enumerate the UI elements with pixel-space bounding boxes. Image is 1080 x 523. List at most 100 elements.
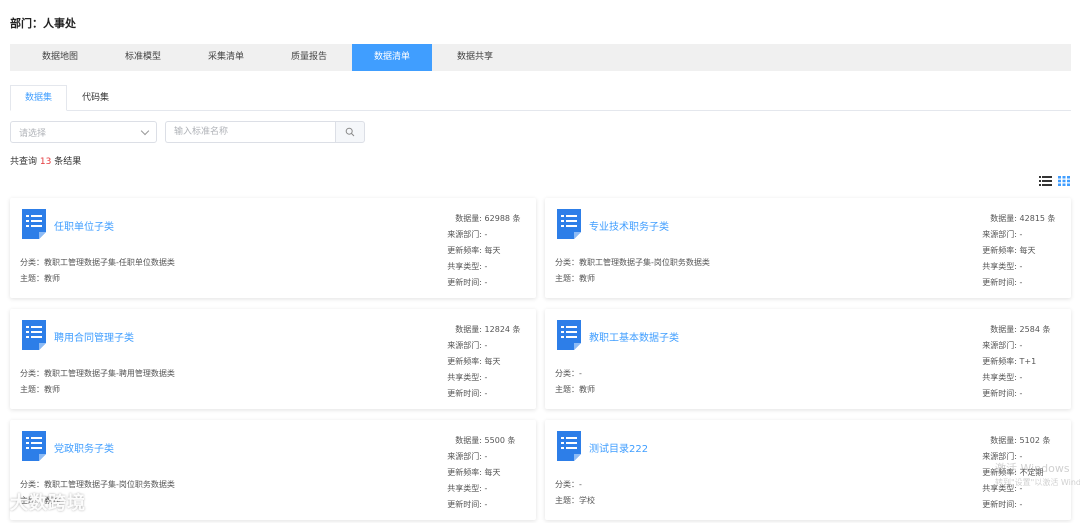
stat-label-share: 共享类型: bbox=[982, 262, 1017, 271]
stat-label-share: 共享类型: bbox=[982, 373, 1017, 382]
card-topic: 主题：学校 bbox=[555, 496, 595, 505]
card-category: 分类：- bbox=[555, 480, 582, 489]
department-title: 部门：人事处 bbox=[10, 17, 76, 30]
card-topic: 主题：教师 bbox=[555, 385, 595, 394]
search-button[interactable] bbox=[335, 121, 365, 143]
card-title[interactable]: 聘用合同管理子类 bbox=[54, 329, 134, 344]
stat-count: 2584 条 bbox=[1019, 325, 1051, 334]
card-topic: 主题：教师 bbox=[20, 385, 60, 394]
document-list-icon bbox=[22, 209, 46, 239]
document-list-icon bbox=[557, 431, 581, 461]
tab-data-map[interactable]: 数据地图 bbox=[20, 44, 100, 71]
stat-freq: 每天 bbox=[484, 246, 501, 255]
stat-label-time: 更新时间: bbox=[982, 500, 1017, 509]
result-suffix: 条结果 bbox=[54, 157, 82, 167]
tab-quality-report[interactable]: 质量报告 bbox=[269, 44, 349, 71]
result-count: 共查询 13 条结果 bbox=[10, 154, 81, 167]
dataset-card[interactable]: 测试目录222 分类：- 主题：学校 数据量: 5102 条 来源部门: - 更… bbox=[545, 420, 1071, 520]
activation-line2: 转到"设置"以激活 Windows。 bbox=[995, 478, 1080, 487]
document-list-icon bbox=[557, 209, 581, 239]
dataset-card[interactable]: 任职单位子类 分类：教职工管理数据子集-任职单位数据类 主题：教师 数据量: 6… bbox=[10, 198, 536, 298]
card-title[interactable]: 专业技术职务子类 bbox=[589, 218, 669, 233]
search-input[interactable] bbox=[165, 121, 335, 143]
subtab-codeset[interactable]: 代码集 bbox=[67, 85, 124, 111]
document-list-icon bbox=[22, 431, 46, 461]
stat-freq: 每天 bbox=[484, 468, 501, 477]
category-select[interactable]: 请选择 bbox=[10, 121, 157, 143]
brand-watermark: 大数跨境 bbox=[10, 493, 86, 514]
activation-line1: 激活 Windows bbox=[995, 462, 1070, 475]
card-stats: 数据量: 12824 条 来源部门: - 更新频率: 每天 共享类型: - 更新… bbox=[436, 322, 526, 402]
chevron-down-icon bbox=[140, 126, 150, 135]
stat-label-time: 更新时间: bbox=[447, 500, 482, 509]
stat-count: 42815 条 bbox=[1019, 214, 1056, 223]
stat-source: - bbox=[484, 341, 488, 350]
stat-share: - bbox=[484, 262, 488, 271]
stat-freq: 每天 bbox=[1019, 246, 1036, 255]
document-list-icon bbox=[557, 320, 581, 350]
card-topic: 主题：教师 bbox=[555, 274, 595, 283]
view-toggle bbox=[1039, 176, 1070, 186]
stat-label-source: 来源部门: bbox=[982, 341, 1017, 350]
card-title[interactable]: 测试目录222 bbox=[589, 440, 648, 455]
stat-label-freq: 更新频率: bbox=[447, 357, 482, 366]
stat-share: - bbox=[484, 373, 488, 382]
stat-source: - bbox=[484, 230, 488, 239]
card-title[interactable]: 任职单位子类 bbox=[54, 218, 114, 233]
search-group bbox=[165, 121, 365, 143]
stat-label-freq: 更新频率: bbox=[982, 357, 1017, 366]
select-placeholder: 请选择 bbox=[19, 128, 47, 139]
stat-label-source: 来源部门: bbox=[982, 230, 1017, 239]
stat-label-count: 数据量: bbox=[455, 436, 482, 445]
stat-label-share: 共享类型: bbox=[447, 484, 482, 493]
sub-tab-bar: 数据集 代码集 bbox=[10, 85, 1071, 111]
card-category: 分类：教职工管理数据子集-聘用管理数据类 bbox=[20, 369, 175, 378]
card-category: 分类：- bbox=[555, 369, 582, 378]
stat-label-count: 数据量: bbox=[990, 325, 1017, 334]
tab-data-sharing[interactable]: 数据共享 bbox=[435, 44, 515, 71]
card-title[interactable]: 教职工基本数据子类 bbox=[589, 329, 679, 344]
stat-source: - bbox=[1019, 452, 1023, 461]
card-stats: 数据量: 2584 条 来源部门: - 更新频率: T+1 共享类型: - 更新… bbox=[971, 322, 1061, 402]
dataset-card[interactable]: 教职工基本数据子类 分类：- 主题：教师 数据量: 2584 条 来源部门: -… bbox=[545, 309, 1071, 409]
dataset-card[interactable]: 专业技术职务子类 分类：教职工管理数据子集-岗位职务数据类 主题：教师 数据量:… bbox=[545, 198, 1071, 298]
card-stats: 数据量: 5500 条 来源部门: - 更新频率: 每天 共享类型: - 更新时… bbox=[436, 433, 526, 513]
main-tab-bar: 数据地图 标准模型 采集清单 质量报告 数据清单 数据共享 bbox=[10, 44, 1071, 71]
stat-count: 12824 条 bbox=[484, 325, 521, 334]
grid-view-icon[interactable] bbox=[1058, 176, 1070, 186]
stat-freq: T+1 bbox=[1019, 357, 1037, 366]
stat-source: - bbox=[484, 452, 488, 461]
card-topic: 主题：教师 bbox=[20, 274, 60, 283]
stat-source: - bbox=[1019, 341, 1023, 350]
stat-time: - bbox=[484, 389, 488, 398]
document-list-icon bbox=[22, 320, 46, 350]
stat-label-time: 更新时间: bbox=[447, 389, 482, 398]
stat-time: - bbox=[484, 500, 488, 509]
card-stats: 数据量: 42815 条 来源部门: - 更新频率: 每天 共享类型: - 更新… bbox=[971, 211, 1061, 291]
card-category: 分类：教职工管理数据子集-任职单位数据类 bbox=[20, 258, 175, 267]
dataset-card[interactable]: 聘用合同管理子类 分类：教职工管理数据子集-聘用管理数据类 主题：教师 数据量:… bbox=[10, 309, 536, 409]
stat-label-count: 数据量: bbox=[455, 214, 482, 223]
stat-time: - bbox=[1019, 500, 1023, 509]
stat-freq: 每天 bbox=[484, 357, 501, 366]
windows-activation-watermark: 激活 Windows 转到"设置"以激活 Windows。 bbox=[995, 462, 1080, 490]
dataset-card[interactable]: 党政职务子类 分类：教职工管理数据子集-岗位职务数据类 主题：教师 数据量: 5… bbox=[10, 420, 536, 520]
stat-count: 5500 条 bbox=[484, 436, 516, 445]
stat-label-freq: 更新频率: bbox=[447, 468, 482, 477]
stat-time: - bbox=[1019, 278, 1023, 287]
tab-data-list[interactable]: 数据清单 bbox=[352, 44, 432, 71]
stat-label-count: 数据量: bbox=[990, 436, 1017, 445]
stat-label-share: 共享类型: bbox=[447, 373, 482, 382]
stat-count: 5102 条 bbox=[1019, 436, 1051, 445]
subtab-dataset[interactable]: 数据集 bbox=[10, 85, 68, 111]
stat-label-time: 更新时间: bbox=[982, 389, 1017, 398]
stat-share: - bbox=[484, 484, 488, 493]
card-stats: 数据量: 62988 条 来源部门: - 更新频率: 每天 共享类型: - 更新… bbox=[436, 211, 526, 291]
tab-collection-list[interactable]: 采集清单 bbox=[186, 44, 266, 71]
list-view-icon[interactable] bbox=[1039, 176, 1052, 186]
stat-share: - bbox=[1019, 262, 1023, 271]
stat-label-share: 共享类型: bbox=[447, 262, 482, 271]
tab-standard-model[interactable]: 标准模型 bbox=[103, 44, 183, 71]
stat-label-source: 来源部门: bbox=[447, 230, 482, 239]
card-title[interactable]: 党政职务子类 bbox=[54, 440, 114, 455]
